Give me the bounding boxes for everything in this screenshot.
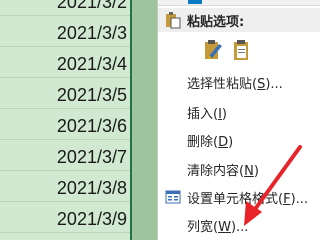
delete-item[interactable]: 删除(D) xyxy=(158,128,320,152)
cell[interactable]: 2021/3/9 xyxy=(0,202,131,233)
cell-value: 2021/3/2 xyxy=(56,0,127,12)
cell-value: 2021/3/4 xyxy=(56,54,127,74)
cell-value: 2021/3/7 xyxy=(56,147,127,167)
selection-border xyxy=(130,0,132,240)
paste-option-buttons xyxy=(203,38,263,64)
menu-top-strip xyxy=(158,0,320,6)
cell-value: 2021/3/5 xyxy=(56,85,127,105)
paste-format-icon[interactable] xyxy=(203,38,225,62)
cell[interactable]: 2021/3/5 xyxy=(0,78,131,109)
cell-value: 2021/3/3 xyxy=(56,23,127,43)
cell[interactable]: 2021/3/7 xyxy=(0,140,131,171)
cell[interactable]: 2021/3/2 xyxy=(0,0,131,16)
paste-values-icon[interactable] xyxy=(231,38,253,62)
cell[interactable]: 2021/3/8 xyxy=(0,171,131,202)
format-cells-item[interactable]: 设置单元格格式(F)... xyxy=(158,185,320,209)
cell[interactable]: 2021/3/3 xyxy=(0,16,131,47)
clear-contents-item[interactable]: 清除内容(N) xyxy=(158,157,320,181)
context-menu: 粘贴选项: 选择性粘贴(S)... 插入(I) 删除(D) 清除内容(N) 设置… xyxy=(157,0,320,240)
paste-special-item[interactable]: 选择性粘贴(S)... xyxy=(158,70,320,94)
cell-value: 2021/3/6 xyxy=(56,116,127,136)
cell-value: 2021/3/8 xyxy=(56,178,127,198)
cell[interactable]: 2021/3/4 xyxy=(0,47,131,78)
insert-item[interactable]: 插入(I) xyxy=(158,100,320,124)
adjacent-column[interactable] xyxy=(132,0,289,240)
paste-options-header: 粘贴选项: xyxy=(158,8,320,32)
cell-value: 2021/3/9 xyxy=(56,209,127,229)
date-column: 2021/3/2 2021/3/3 2021/3/4 2021/3/5 2021… xyxy=(0,0,131,240)
column-width-item[interactable]: 列宽(W)... xyxy=(158,213,320,237)
cell[interactable]: 2021/3/6 xyxy=(0,109,131,140)
paste-options-label: 粘贴选项: xyxy=(187,15,245,30)
format-cells-icon xyxy=(164,188,182,206)
paste-icon xyxy=(164,11,182,29)
